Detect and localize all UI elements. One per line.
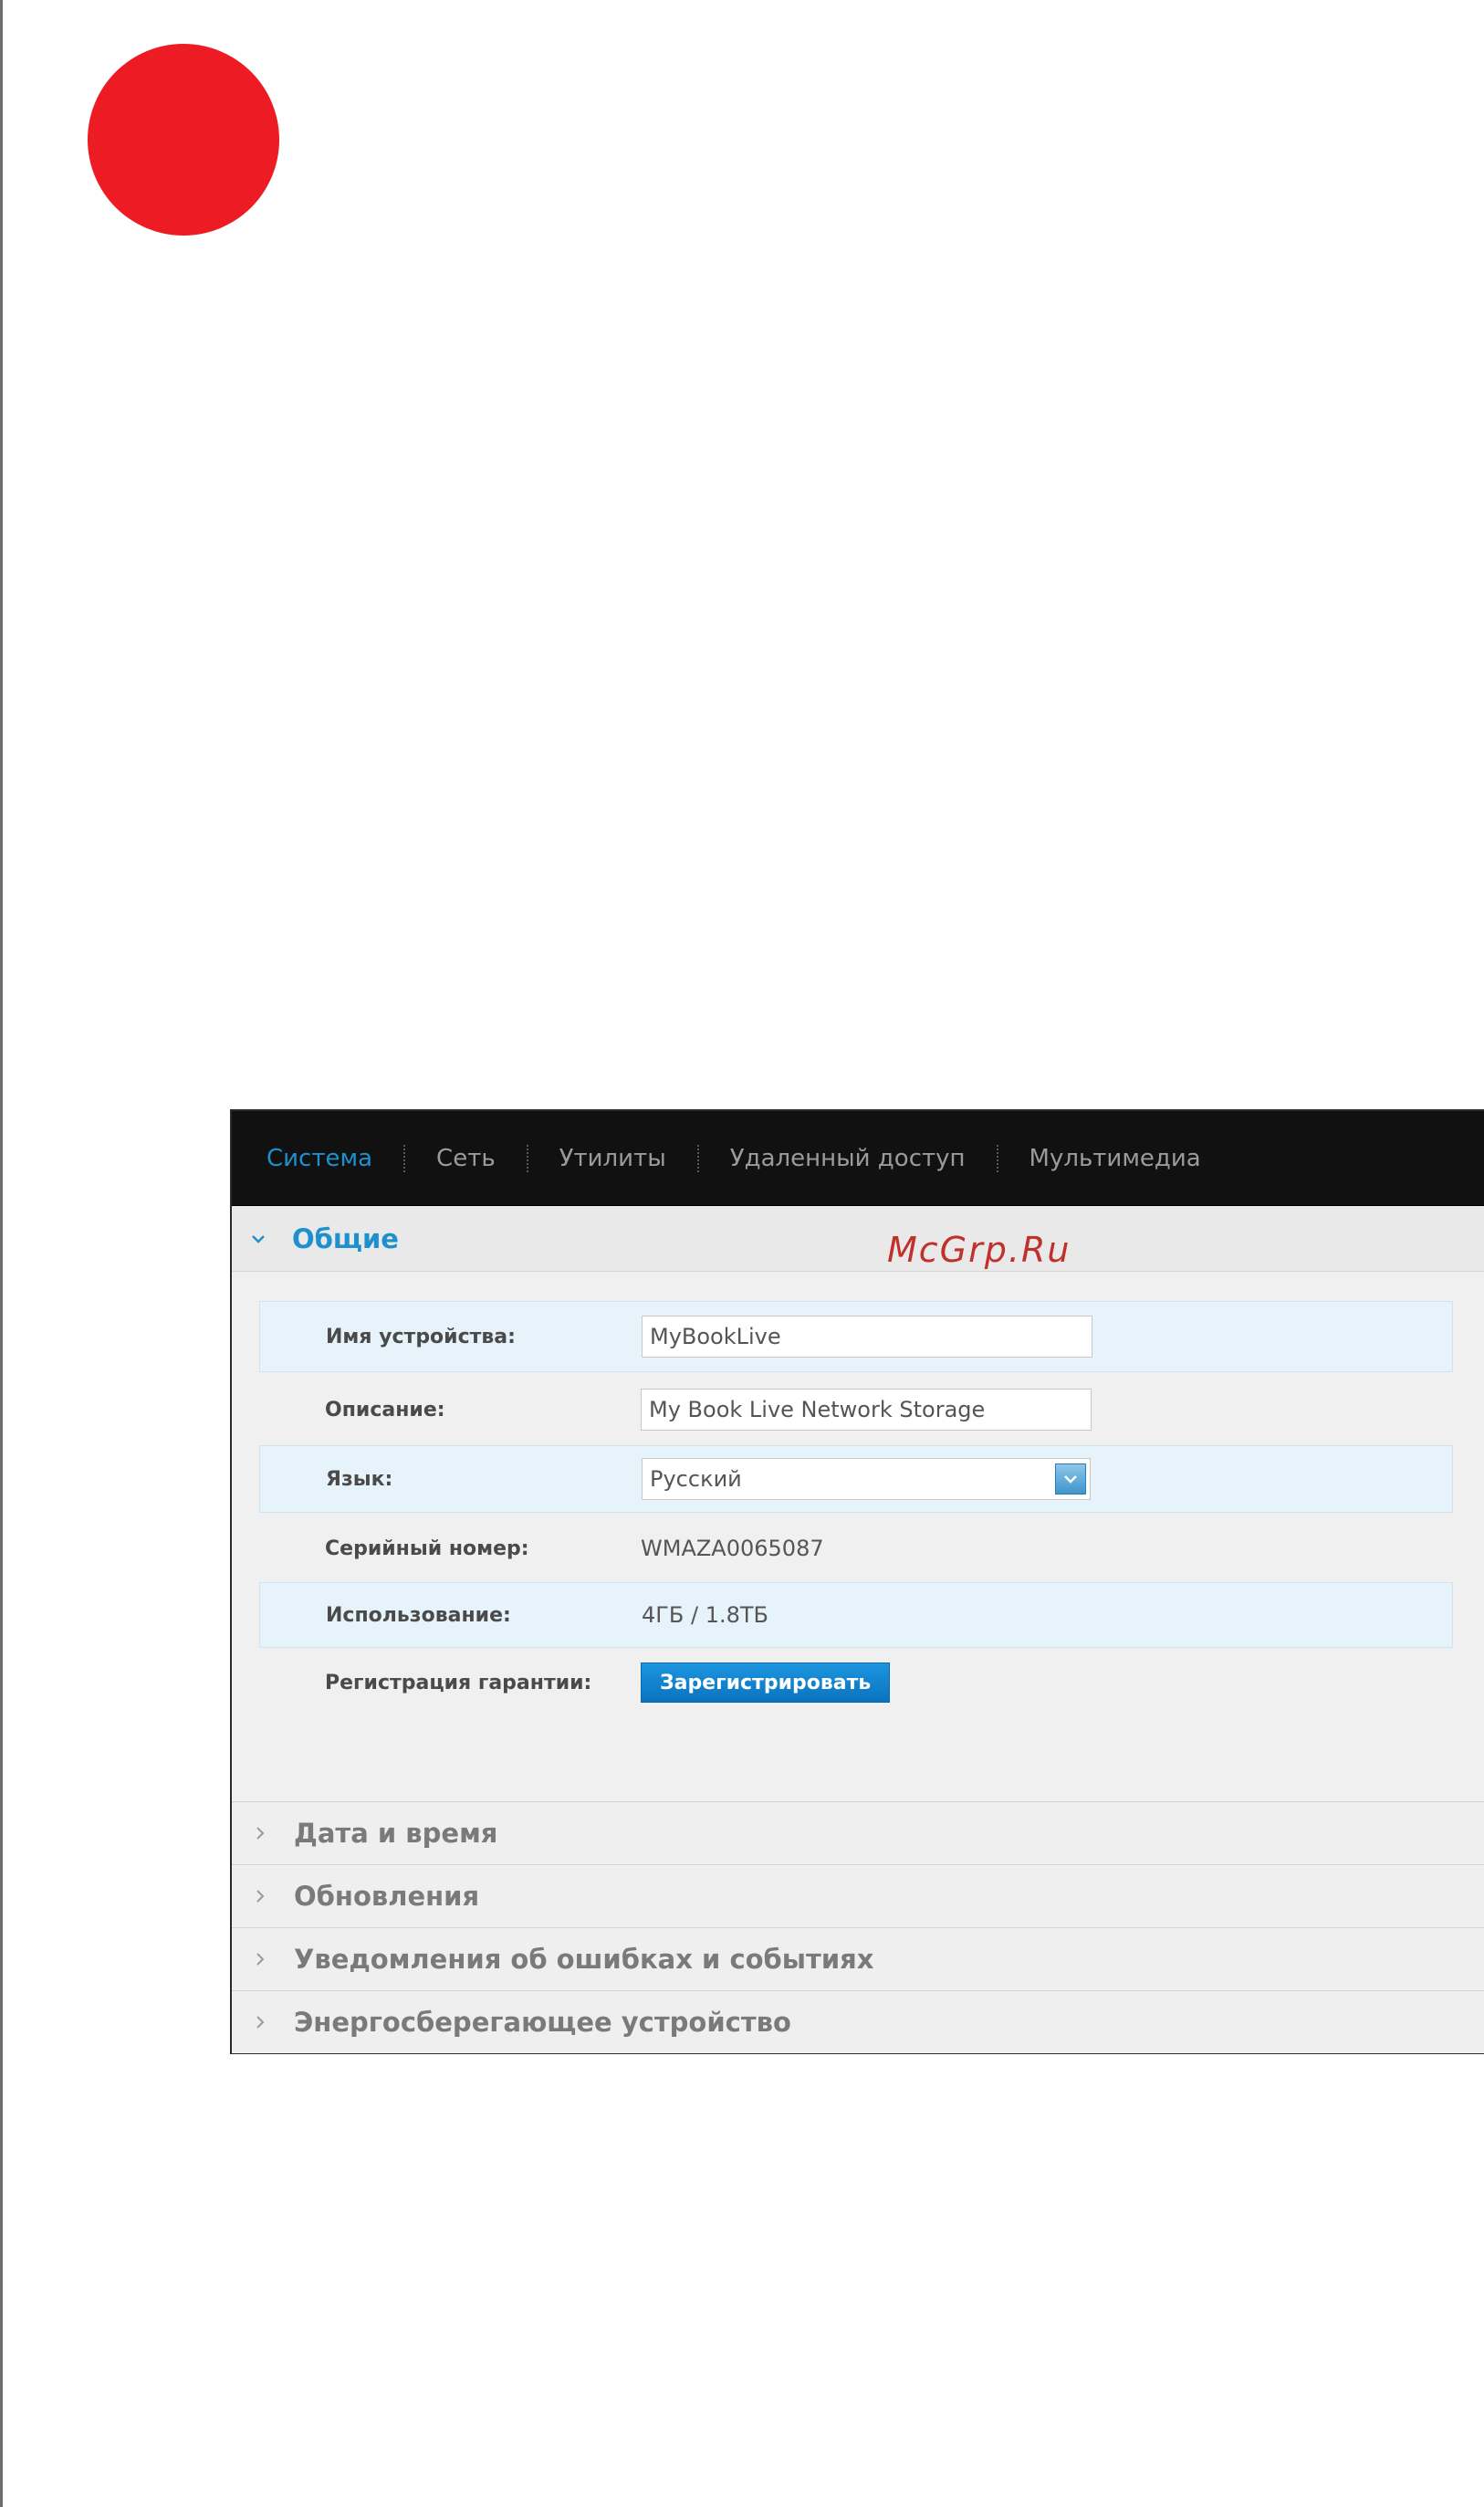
row-usage: Использование: 4ГБ / 1.8ТБ	[259, 1582, 1453, 1648]
chevron-down-icon	[250, 1231, 266, 1247]
watermark-text: McGrp.Ru	[887, 1230, 1071, 1270]
dashboard-screenshot: Система Сеть Утилиты Удаленный доступ Му…	[230, 1109, 1484, 2054]
description-input[interactable]	[641, 1389, 1092, 1431]
row-language: Язык: Русский	[259, 1445, 1453, 1513]
description-label: Описание:	[325, 1398, 445, 1421]
section-date-time[interactable]: Дата и время	[232, 1801, 1484, 1864]
device-name-input[interactable]	[642, 1316, 1092, 1358]
section-title-general: Общие	[292, 1222, 399, 1254]
row-device-name: Имя устройства:	[259, 1301, 1453, 1372]
language-label: Язык:	[326, 1467, 393, 1491]
register-warranty-button[interactable]: Зарегистрировать	[641, 1663, 891, 1703]
section-title-energy-saver: Энергосберегающее устройство	[294, 2007, 791, 2038]
serial-number-label: Серийный номер:	[325, 1537, 529, 1560]
section-energy-saver[interactable]: Энергосберегающее устройство	[232, 1990, 1484, 2053]
nav-tab-network[interactable]: Сеть	[431, 1145, 501, 1172]
row-warranty: Регистрация гарантии: Зарегистрировать	[259, 1650, 1453, 1715]
nav-tab-remote-access[interactable]: Удаленный доступ	[725, 1145, 971, 1172]
page-left-rule	[0, 0, 3, 2507]
chevron-right-icon	[252, 2014, 268, 2030]
section-title-date-time: Дата и время	[294, 1818, 498, 1849]
section-notifications[interactable]: Уведомления об ошибках и событиях	[232, 1927, 1484, 1990]
serial-number-value: WMAZA0065087	[641, 1536, 824, 1561]
nav-tab-utilities[interactable]: Утилиты	[554, 1145, 672, 1172]
nav-tab-system[interactable]: Система	[261, 1145, 378, 1172]
warranty-label: Регистрация гарантии:	[325, 1671, 592, 1694]
manual-page: Система Сеть Утилиты Удаленный доступ Му…	[0, 0, 1484, 2507]
section-header-general[interactable]: Общие	[232, 1206, 1484, 1272]
nav-tab-multimedia[interactable]: Мультимедиа	[1024, 1145, 1207, 1172]
red-dot-marker	[88, 44, 279, 236]
usage-value: 4ГБ / 1.8ТБ	[642, 1602, 769, 1628]
device-name-label: Имя устройства:	[326, 1325, 516, 1348]
nav-separator	[996, 1144, 998, 1172]
chevron-down-icon[interactable]	[1055, 1463, 1086, 1495]
chevron-right-icon	[252, 1951, 268, 1967]
language-select[interactable]: Русский	[642, 1458, 1091, 1500]
usage-label: Использование:	[326, 1603, 511, 1627]
row-serial-number: Серийный номер: WMAZA0065087	[259, 1515, 1453, 1582]
chevron-right-icon	[252, 1825, 268, 1841]
general-settings-form: Имя устройства: Описание: Язык: Русский …	[232, 1272, 1484, 1801]
nav-separator	[403, 1144, 406, 1172]
nav-separator	[526, 1144, 528, 1172]
section-title-notifications: Уведомления об ошибках и событиях	[294, 1944, 874, 1975]
top-navigation: Система Сеть Утилиты Удаленный доступ Му…	[232, 1111, 1484, 1206]
nav-separator	[696, 1144, 699, 1172]
section-updates[interactable]: Обновления	[232, 1864, 1484, 1927]
chevron-right-icon	[252, 1888, 268, 1904]
language-selected-value: Русский	[650, 1466, 742, 1492]
section-title-updates: Обновления	[294, 1881, 480, 1912]
row-description: Описание:	[259, 1374, 1453, 1445]
